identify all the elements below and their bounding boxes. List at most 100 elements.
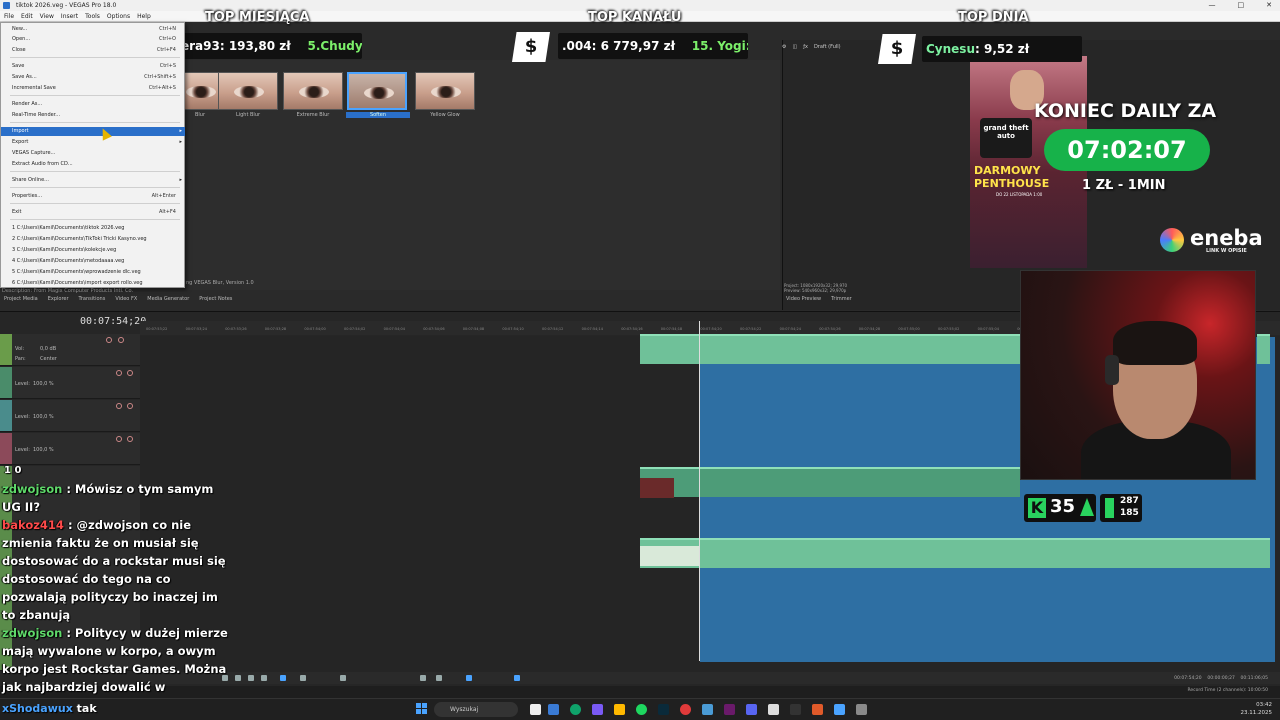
playhead[interactable]: [699, 321, 700, 661]
tab-project-media[interactable]: Project Media: [4, 296, 38, 304]
split-icon[interactable]: ◫: [792, 44, 797, 50]
solo-icon[interactable]: [127, 403, 133, 409]
file-menu-item[interactable]: 1 C:\Users\Kamil\Documents\tiktok 2026.v…: [1, 224, 185, 233]
fx-preset-thumb-light-blur[interactable]: [218, 72, 278, 110]
settings-icon[interactable]: ⚙: [782, 44, 786, 50]
menu-edit[interactable]: Edit: [21, 11, 33, 21]
mute-icon[interactable]: [116, 403, 122, 409]
app-icon[interactable]: [592, 704, 603, 715]
file-menu-item[interactable]: Real-Time Render...: [1, 111, 185, 120]
edit-tool-icon[interactable]: [280, 675, 286, 681]
video-clip[interactable]: [640, 334, 1020, 364]
file-menu-item[interactable]: Close Ctrl+F4: [1, 46, 185, 55]
fx-preset-thumb-extreme-blur[interactable]: [283, 72, 343, 110]
file-menu-item[interactable]: 6 C:\Users\Kamil\Documents\import export…: [1, 279, 185, 288]
menu-view[interactable]: View: [40, 11, 54, 21]
track-level-label: Level:: [15, 381, 30, 387]
tab-explorer[interactable]: Explorer: [48, 296, 69, 304]
maximize-button[interactable]: □: [1238, 0, 1245, 11]
app-icon[interactable]: [768, 704, 779, 715]
track-header-2[interactable]: Level: 100,0 %: [0, 367, 140, 399]
app-icon[interactable]: [834, 704, 845, 715]
audio-clip[interactable]: [640, 538, 1270, 568]
tab-media-generator[interactable]: Media Generator: [147, 296, 189, 304]
ripple-icon[interactable]: [514, 675, 520, 681]
panel-tab-bar: Project Media Explorer Transitions Video…: [4, 296, 232, 304]
mute-icon[interactable]: [116, 436, 122, 442]
file-menu-item[interactable]: Save As... Ctrl+Shift+S: [1, 73, 185, 82]
track-header-3[interactable]: Level: 100,0 %: [0, 400, 140, 432]
pause-icon[interactable]: [235, 675, 241, 681]
menu-tools[interactable]: Tools: [85, 11, 100, 21]
track-header-video[interactable]: Vol: 0,0 dB Pan: Center: [0, 334, 140, 366]
tab-video-preview[interactable]: Video Preview: [786, 296, 821, 304]
tab-project-notes[interactable]: Project Notes: [199, 296, 232, 304]
tab-video-fx[interactable]: Video FX: [115, 296, 137, 304]
file-menu-item[interactable]: 4 C:\Users\Kamil\Documents\metodaaaa.veg: [1, 257, 185, 266]
file-menu-item[interactable]: Export ▸: [1, 138, 185, 147]
fx-icon[interactable]: ƒx: [803, 44, 808, 50]
menu-separator: [10, 95, 180, 96]
preview-quality-dropdown[interactable]: Draft (Full): [814, 44, 841, 50]
fx-preset-thumb-yellow-glow[interactable]: [415, 72, 475, 110]
close-button[interactable]: ✕: [1266, 0, 1272, 11]
fx-preset-thumb-soften[interactable]: [347, 72, 407, 110]
tab-trimmer[interactable]: Trimmer: [831, 296, 852, 304]
go-end-icon[interactable]: [261, 675, 267, 681]
stop-icon[interactable]: [248, 675, 254, 681]
menu-insert[interactable]: Insert: [61, 11, 78, 21]
app-icon[interactable]: [812, 704, 823, 715]
split-icon[interactable]: [340, 675, 346, 681]
opera-icon[interactable]: [680, 704, 691, 715]
file-menu-item[interactable]: Open... Ctrl+O: [1, 35, 185, 44]
menu-separator: [10, 122, 180, 123]
file-explorer-icon[interactable]: [614, 704, 625, 715]
file-menu-item[interactable]: VEGAS Capture...: [1, 149, 185, 158]
mute-icon[interactable]: [116, 370, 122, 376]
solo-icon[interactable]: [127, 436, 133, 442]
solo-icon[interactable]: [127, 370, 133, 376]
marker-icon[interactable]: [436, 675, 442, 681]
snap-icon[interactable]: [466, 675, 472, 681]
undo-icon[interactable]: [300, 675, 306, 681]
file-menu-item[interactable]: Save Ctrl+S: [1, 62, 185, 71]
top-day-ticker: Cynesu: 9,52 zł: [922, 36, 1082, 62]
solo-icon[interactable]: [118, 337, 124, 343]
video-clip[interactable]: [640, 467, 1020, 497]
file-menu-item[interactable]: New... Ctrl+N: [1, 25, 185, 34]
video-clip[interactable]: [1257, 334, 1270, 364]
menu-help[interactable]: Help: [137, 11, 151, 21]
file-menu-item[interactable]: Extract Audio from CD...: [1, 160, 185, 169]
file-menu-item[interactable]: Import ▸: [1, 127, 185, 136]
file-menu-item[interactable]: Incremental Save Ctrl+Alt+S: [1, 84, 185, 93]
file-menu-item[interactable]: Render As...: [1, 100, 185, 109]
edge-icon[interactable]: [570, 704, 581, 715]
tab-transitions[interactable]: Transitions: [79, 296, 106, 304]
app-icon[interactable]: [548, 704, 559, 715]
file-menu-item[interactable]: 3 C:\Users\Kamil\Documents\kolekcje.veg: [1, 246, 185, 255]
app-icon[interactable]: [702, 704, 713, 715]
vegas-icon[interactable]: [658, 704, 669, 715]
windows-start-icon[interactable]: [416, 703, 428, 715]
file-menu-item[interactable]: 5 C:\Users\Kamil\Documents\wprowadzenie …: [1, 268, 185, 277]
app-icon[interactable]: [724, 704, 735, 715]
lock-icon[interactable]: [420, 675, 426, 681]
eneba-logo-icon: [1160, 228, 1184, 252]
app-icon[interactable]: [856, 704, 867, 715]
taskbar-clock[interactable]: 03:42 23.11.2025: [1241, 701, 1273, 717]
task-view-icon[interactable]: [530, 704, 541, 715]
spotify-icon[interactable]: [636, 704, 647, 715]
app-icon[interactable]: [790, 704, 801, 715]
mute-icon[interactable]: [106, 337, 112, 343]
minimize-button[interactable]: —: [1209, 0, 1216, 11]
file-menu-item[interactable]: Properties... Alt+Enter: [1, 192, 185, 201]
menu-file[interactable]: File: [4, 11, 14, 21]
ruler-tick-label: 00:07:55;00: [898, 327, 920, 331]
taskbar-search[interactable]: Wyszukaj: [434, 702, 518, 717]
track-header-4[interactable]: Level: 100,0 %: [0, 433, 140, 465]
discord-icon[interactable]: [746, 704, 757, 715]
menu-options[interactable]: Options: [107, 11, 130, 21]
file-menu-item[interactable]: Exit Alt+F4: [1, 208, 185, 217]
file-menu-item[interactable]: 2 C:\Users\Kamil\Documents\TikToki Trick…: [1, 235, 185, 244]
file-menu-item[interactable]: Share Online... ▸: [1, 176, 185, 185]
